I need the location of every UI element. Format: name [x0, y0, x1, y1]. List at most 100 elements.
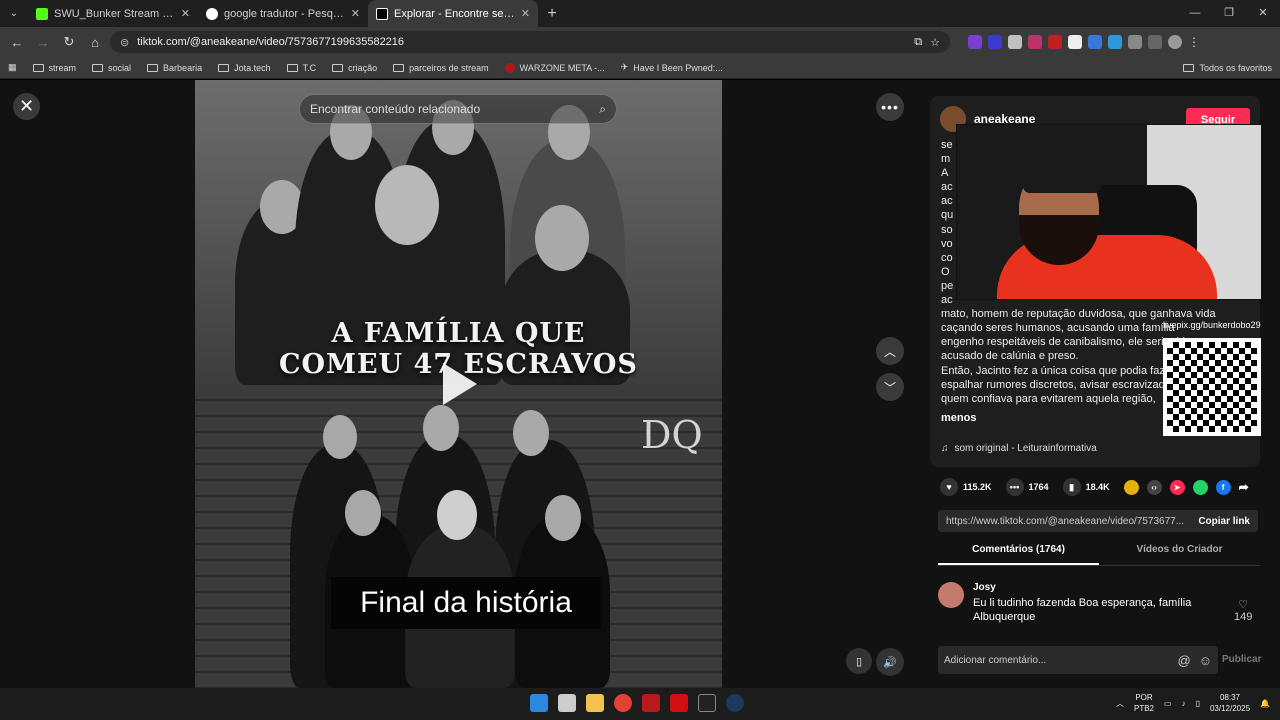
voicemeeter-icon[interactable] [642, 694, 660, 712]
folder-icon [286, 63, 298, 72]
tray-overflow-icon[interactable]: ︿ [1116, 698, 1124, 709]
copy-link-button[interactable]: Copiar link [1198, 516, 1250, 527]
tiktok-favicon-icon [376, 7, 388, 20]
related-search-input[interactable]: Encontrar conteúdo relacionado ⌕ [299, 94, 617, 124]
folder-icon [1183, 63, 1195, 72]
panel-tabs: Comentários (1764) Vídeos do Criador [938, 544, 1260, 566]
sound-link[interactable]: ♫ som original - Leiturainformativa [941, 443, 1097, 454]
close-window-icon[interactable]: ✕ [1246, 0, 1280, 27]
coin-icon[interactable] [1123, 479, 1139, 495]
extension-icon[interactable] [1008, 35, 1022, 49]
emoji-icon[interactable]: ☺ [1199, 653, 1212, 668]
bookmark-folder[interactable]: social [92, 63, 131, 73]
extension-icon[interactable] [1028, 35, 1042, 49]
language-indicator[interactable]: POR PTB2 [1134, 692, 1154, 714]
previous-video-button[interactable]: ︿ [876, 337, 904, 365]
battery-icon[interactable]: ▯ [1196, 699, 1200, 708]
bookmark-link[interactable]: ✈ Have I Been Pwned:... [621, 62, 723, 73]
bookmark-folder[interactable]: parceiros de stream [393, 63, 489, 73]
bookmark-folder[interactable]: criação [332, 63, 377, 73]
close-tab-icon[interactable]: ✕ [521, 7, 530, 20]
all-bookmarks[interactable]: Todos os favoritos [1183, 63, 1272, 73]
tab-tiktok-explorar[interactable]: Explorar - Encontre seus vídeos ✕ [368, 0, 538, 27]
avatar[interactable] [938, 582, 964, 608]
mention-icon[interactable]: @ [1178, 653, 1191, 668]
video-player[interactable]: Encontrar conteúdo relacionado ⌕ A FAMÍL… [195, 80, 722, 688]
whatsapp-icon[interactable] [1192, 479, 1208, 495]
notifications-icon[interactable]: 🔔 [1260, 699, 1270, 708]
warzone-favicon-icon [504, 62, 515, 73]
url-field[interactable]: ⊜ tiktok.com/@aneakeane/video/7573677199… [110, 31, 950, 53]
site-info-icon[interactable]: ⊜ [120, 36, 129, 49]
app-icon[interactable] [670, 694, 688, 712]
close-video-button[interactable]: ✕ [13, 93, 40, 120]
bookmark-link[interactable]: WARZONE META -... [504, 62, 605, 73]
play-icon[interactable] [443, 363, 477, 405]
share-arrow-icon[interactable]: ➦ [1239, 480, 1249, 494]
reload-icon[interactable]: ↻ [58, 31, 80, 53]
extension-icon[interactable] [1088, 35, 1102, 49]
epic-games-icon[interactable] [698, 694, 716, 712]
extension-icon[interactable] [968, 35, 982, 49]
comment-like-button[interactable]: ♡ 149 [1234, 598, 1252, 623]
extension-icon[interactable] [988, 35, 1002, 49]
task-view-icon[interactable] [558, 694, 576, 712]
floating-player-icon[interactable]: ▯ [846, 648, 872, 674]
show-less-link[interactable]: menos [941, 412, 976, 424]
embed-icon[interactable]: ‹› [1146, 479, 1162, 495]
send-icon[interactable]: ➤ [1169, 479, 1185, 495]
extensions-puzzle-icon[interactable] [1128, 35, 1142, 49]
tab-google-tradutor[interactable]: google tradutor - Pesquisa Goo ✕ [198, 0, 368, 27]
close-tab-icon[interactable]: ✕ [351, 7, 360, 20]
apps-grid-icon[interactable]: ▦ [8, 62, 17, 73]
home-icon[interactable]: ⌂ [84, 31, 106, 53]
volume-icon[interactable]: 🔊 [876, 648, 904, 676]
publish-button[interactable]: Publicar [1222, 654, 1261, 665]
comment-button[interactable]: ••• 1764 [1005, 478, 1049, 496]
kick-favicon-icon [36, 7, 48, 20]
bookmark-folder[interactable]: Barbearia [147, 63, 202, 73]
close-tab-icon[interactable]: ✕ [181, 7, 190, 20]
reading-list-icon[interactable] [1148, 35, 1162, 49]
search-icon[interactable]: ⌕ [599, 102, 606, 117]
extension-icon[interactable] [1048, 35, 1062, 49]
facebook-icon[interactable]: f [1215, 479, 1231, 495]
next-video-button[interactable]: ﹀ [876, 373, 904, 401]
tab-swu-bunker[interactable]: SWU_Bunker Stream - Watch L ✕ [28, 0, 198, 27]
tab-creator-videos[interactable]: Vídeos do Criador [1099, 544, 1260, 565]
new-tab-button[interactable]: + [538, 0, 566, 27]
steam-icon[interactable] [726, 694, 744, 712]
comment-text: Eu li tudinho fazenda Boa esperança, fam… [973, 597, 1192, 623]
network-icon[interactable]: ▭ [1164, 699, 1172, 708]
bookmark-folder[interactable]: Jota.tech [218, 63, 271, 73]
extension-icon[interactable] [1108, 35, 1122, 49]
install-app-icon[interactable]: ⧉ [914, 36, 922, 49]
chrome-icon[interactable] [614, 694, 632, 712]
back-icon[interactable]: ← [6, 31, 28, 53]
bookmark-folder[interactable]: stream [32, 63, 76, 73]
address-bar-row: ← → ↻ ⌂ ⊜ tiktok.com/@aneakeane/video/75… [0, 27, 1280, 57]
file-explorer-icon[interactable] [586, 694, 604, 712]
tab-search-icon[interactable]: ⌄ [0, 0, 28, 27]
forward-icon[interactable]: → [32, 31, 54, 53]
speaker-icon[interactable]: ♪ [1182, 699, 1186, 708]
more-options-button[interactable]: ••• [876, 93, 904, 121]
comment-author[interactable]: Josy [973, 582, 996, 593]
save-button[interactable]: ▮ 18.4K [1062, 478, 1110, 496]
like-button[interactable]: ♥ 115.2K [940, 478, 992, 496]
minimize-icon[interactable]: — [1178, 0, 1212, 27]
extension-icon[interactable] [1068, 35, 1082, 49]
video-link-field[interactable]: https://www.tiktok.com/@aneakeane/video/… [938, 510, 1258, 532]
add-comment-input[interactable]: Adicionar comentário... @ ☺ [938, 646, 1218, 674]
restore-icon[interactable]: ❐ [1212, 0, 1246, 27]
hibp-favicon-icon: ✈ [620, 62, 629, 72]
clock[interactable]: 08:37 03/12/2025 [1210, 692, 1250, 714]
windows-start-icon[interactable] [530, 694, 548, 712]
profile-avatar-icon[interactable] [1168, 35, 1182, 49]
browser-menu-icon[interactable]: ⋮ [1188, 35, 1200, 49]
folder-icon [218, 63, 230, 72]
bookmark-star-icon[interactable]: ☆ [930, 36, 940, 49]
tab-comments[interactable]: Comentários (1764) [938, 544, 1099, 565]
bookmark-folder[interactable]: T.C [286, 63, 316, 73]
folder-icon [32, 63, 44, 72]
